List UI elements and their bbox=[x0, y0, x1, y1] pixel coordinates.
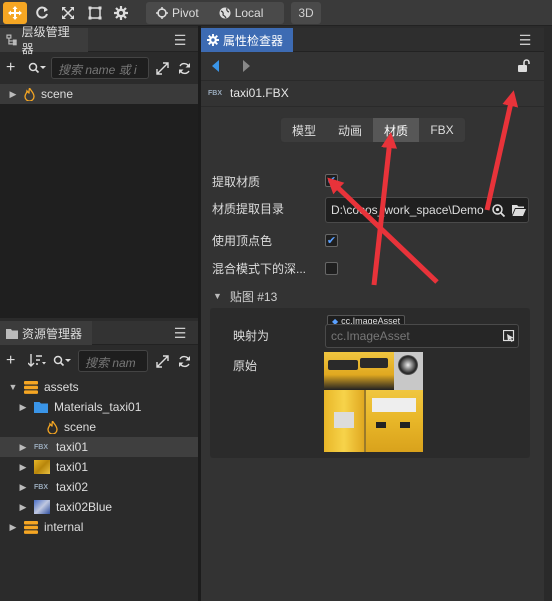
annotation-arrow-lock bbox=[484, 90, 519, 211]
annotation-arrow-material-tab bbox=[371, 132, 398, 286]
annotation-arrows bbox=[327, 90, 519, 286]
